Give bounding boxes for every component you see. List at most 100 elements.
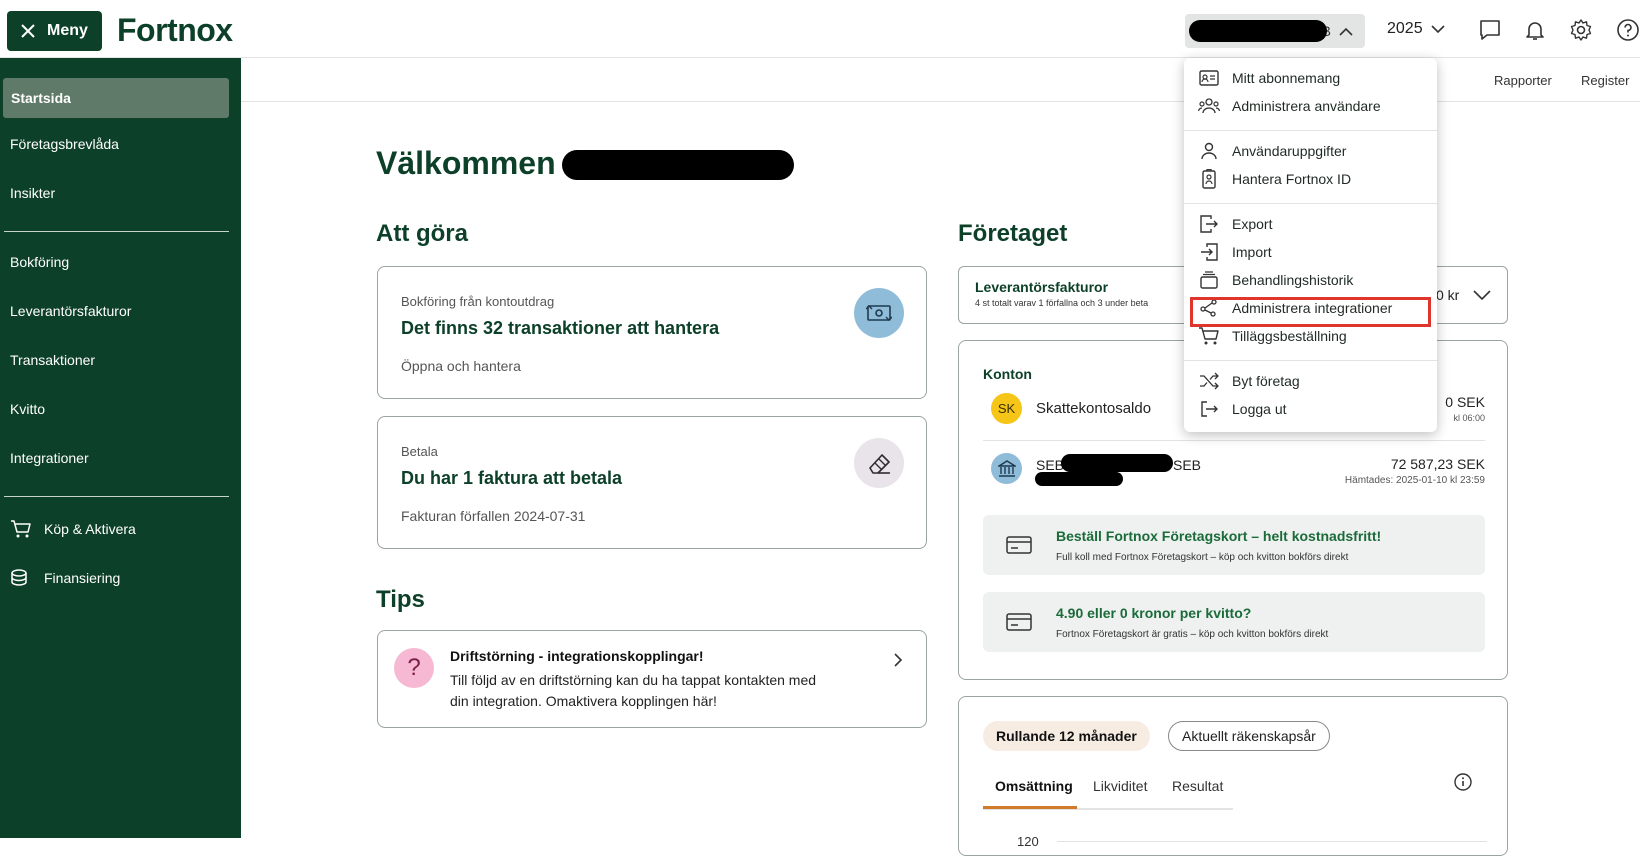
help-icon[interactable] bbox=[1616, 18, 1640, 42]
tab-resultat[interactable]: Resultat bbox=[1172, 778, 1223, 794]
register-link[interactable]: Register bbox=[1581, 73, 1629, 88]
menu-item-behandlingshistorik[interactable]: Behandlingshistorik bbox=[1198, 269, 1353, 291]
sidebar: Startsida Företagsbrevlåda Insikter Bokf… bbox=[0, 58, 241, 838]
year-selector[interactable]: 2025 bbox=[1387, 20, 1445, 38]
account-bank-label: SEB bbox=[1173, 457, 1202, 473]
chevron-down-icon bbox=[1431, 24, 1445, 34]
chevron-down-icon bbox=[1473, 290, 1491, 301]
rapporter-link[interactable]: Rapporter bbox=[1494, 73, 1552, 88]
account-name[interactable]: SEB bbox=[1036, 457, 1064, 473]
sidebar-item-integrationer[interactable]: Integrationer bbox=[10, 450, 89, 466]
tab-omsattning[interactable]: Omsättning bbox=[995, 778, 1073, 794]
menu-item-label: Import bbox=[1232, 244, 1272, 260]
menu-item-label: Administrera användare bbox=[1232, 98, 1381, 114]
chevron-up-icon bbox=[1339, 27, 1353, 36]
sidebar-item-leverantorsfakturor[interactable]: Leverantörsfakturor bbox=[10, 303, 131, 319]
menu-separator bbox=[1184, 203, 1437, 204]
menu-item-label: Hantera Fortnox ID bbox=[1232, 171, 1352, 187]
menu-item-mitt-abonnemang[interactable]: Mitt abonnemang bbox=[1198, 67, 1340, 89]
promo-title: 4.90 eller 0 kronor per kvitto? bbox=[1056, 605, 1252, 621]
fortnox-logo[interactable]: Fortnox bbox=[117, 12, 233, 49]
period-fiscal-year[interactable]: Aktuellt räkenskapsår bbox=[1168, 721, 1330, 751]
card-title: Du har 1 faktura att betala bbox=[401, 468, 623, 488]
supplier-invoices-sub: 4 st totalt varav 1 förfallna och 3 unde… bbox=[975, 298, 1149, 308]
chat-icon[interactable] bbox=[1478, 18, 1502, 42]
todo-card-pay[interactable]: Betala Du har 1 faktura att betala Faktu… bbox=[377, 416, 927, 549]
tip-card[interactable]: ? Driftstörning - integrationskopplingar… bbox=[377, 630, 927, 728]
menu-item-label: Logga ut bbox=[1232, 401, 1287, 417]
menu-item-administrera-anvandare[interactable]: Administrera användare bbox=[1198, 95, 1381, 117]
account-name[interactable]: Skattekontosaldo bbox=[1036, 400, 1151, 417]
cart-icon bbox=[10, 519, 32, 539]
menu-button[interactable]: Meny bbox=[7, 11, 102, 51]
gear-icon[interactable] bbox=[1569, 18, 1593, 42]
card-link[interactable]: Fakturan förfallen 2024-07-31 bbox=[401, 508, 585, 524]
menu-item-import[interactable]: Import bbox=[1198, 241, 1272, 263]
sidebar-item-label: Kvitto bbox=[10, 401, 46, 417]
history-icon bbox=[1198, 269, 1220, 291]
sidebar-item-insikter[interactable]: Insikter bbox=[10, 185, 55, 201]
todo-card-transactions[interactable]: Bokföring från kontoutdrag Det finns 32 … bbox=[377, 266, 927, 399]
menu-item-anvandaruppgifter[interactable]: Användaruppgifter bbox=[1198, 140, 1346, 162]
tip-text-line1: Till följd av en driftstörning kan du ha… bbox=[450, 672, 817, 688]
sidebar-item-label: Bokföring bbox=[10, 254, 70, 270]
bell-icon[interactable] bbox=[1523, 18, 1547, 42]
company-heading: Företaget bbox=[958, 220, 1068, 247]
menu-separator bbox=[1184, 360, 1437, 361]
menu-item-tillaggsbestallning[interactable]: Tilläggsbeställning bbox=[1198, 325, 1347, 347]
id-card-icon bbox=[1198, 67, 1220, 89]
sidebar-item-finansiering[interactable]: Finansiering bbox=[10, 568, 120, 588]
year-label: 2025 bbox=[1387, 20, 1423, 37]
card-title: Det finns 32 transaktioner att hantera bbox=[401, 318, 720, 338]
active-tab-indicator bbox=[983, 806, 1077, 809]
promo-text: Fortnox Företagskort är gratis – köp och… bbox=[1056, 629, 1329, 640]
redacted-account-number bbox=[1035, 472, 1123, 486]
tab-likviditet[interactable]: Likviditet bbox=[1093, 778, 1147, 794]
sidebar-item-bokforing[interactable]: Bokföring bbox=[10, 254, 69, 270]
badge-icon bbox=[1198, 168, 1220, 190]
card-subtitle: Bokföring från kontoutdrag bbox=[401, 294, 555, 309]
sidebar-item-startsida[interactable]: Startsida bbox=[11, 90, 71, 106]
chevron-right-icon bbox=[893, 652, 903, 668]
redacted-account-number bbox=[1061, 454, 1173, 472]
logout-icon bbox=[1198, 398, 1220, 420]
menu-item-label: Användaruppgifter bbox=[1232, 143, 1347, 159]
sidebar-divider bbox=[4, 496, 229, 497]
account-dropdown-menu: Mitt abonnemang Administrera användare A… bbox=[1184, 58, 1437, 432]
sidebar-item-label: Startsida bbox=[11, 90, 71, 106]
shuffle-icon bbox=[1198, 370, 1220, 392]
credit-card-icon bbox=[1006, 612, 1032, 632]
promo-title: Beställ Fortnox Företagskort – helt kost… bbox=[1056, 528, 1382, 544]
welcome-heading: Välkommen bbox=[376, 145, 556, 181]
money-exchange-icon bbox=[854, 288, 904, 338]
tip-text-line2: din integration. Omaktivera kopplingen h… bbox=[450, 693, 717, 709]
coins-icon bbox=[10, 568, 32, 588]
menu-item-byt-foretag[interactable]: Byt företag bbox=[1198, 370, 1300, 392]
sidebar-item-label: Insikter bbox=[10, 185, 56, 201]
menu-item-hantera-fortnox-id[interactable]: Hantera Fortnox ID bbox=[1198, 168, 1351, 190]
info-icon[interactable] bbox=[1454, 773, 1472, 791]
y-axis-tick: 120 bbox=[1017, 834, 1039, 849]
question-icon: ? bbox=[394, 648, 434, 688]
cart-icon bbox=[1198, 325, 1220, 347]
chart-gridline bbox=[1057, 841, 1487, 842]
account-amount: 0 SEK bbox=[1445, 394, 1485, 410]
sidebar-item-foretagsbrevlada[interactable]: Företagsbrevlåda bbox=[10, 136, 119, 152]
chart-card: Rullande 12 månader Aktuellt räkenskapså… bbox=[958, 696, 1508, 856]
close-icon bbox=[21, 24, 35, 38]
card-link[interactable]: Öppna och hantera bbox=[401, 358, 521, 374]
promo-receipt-price[interactable]: 4.90 eller 0 kronor per kvitto? Fortnox … bbox=[983, 592, 1485, 652]
menu-item-export[interactable]: Export bbox=[1198, 213, 1272, 235]
company-selector[interactable]: AB bbox=[1185, 14, 1365, 48]
sidebar-item-transaktioner[interactable]: Transaktioner bbox=[10, 352, 95, 368]
sidebar-item-label: Köp & Aktivera bbox=[44, 521, 136, 537]
promo-company-card[interactable]: Beställ Fortnox Företagskort – helt kost… bbox=[983, 515, 1485, 575]
sidebar-item-label: Transaktioner bbox=[10, 352, 96, 368]
sidebar-item-kvitto[interactable]: Kvitto bbox=[10, 401, 45, 417]
supplier-invoices-amount: 0 kr bbox=[1436, 287, 1460, 303]
sidebar-item-kop-aktivera[interactable]: Köp & Aktivera bbox=[10, 519, 136, 539]
sidebar-divider bbox=[4, 231, 229, 232]
menu-item-logga-ut[interactable]: Logga ut bbox=[1198, 398, 1287, 420]
sidebar-item-label: Företagsbrevlåda bbox=[10, 136, 119, 152]
period-rolling-12[interactable]: Rullande 12 månader bbox=[983, 721, 1150, 751]
